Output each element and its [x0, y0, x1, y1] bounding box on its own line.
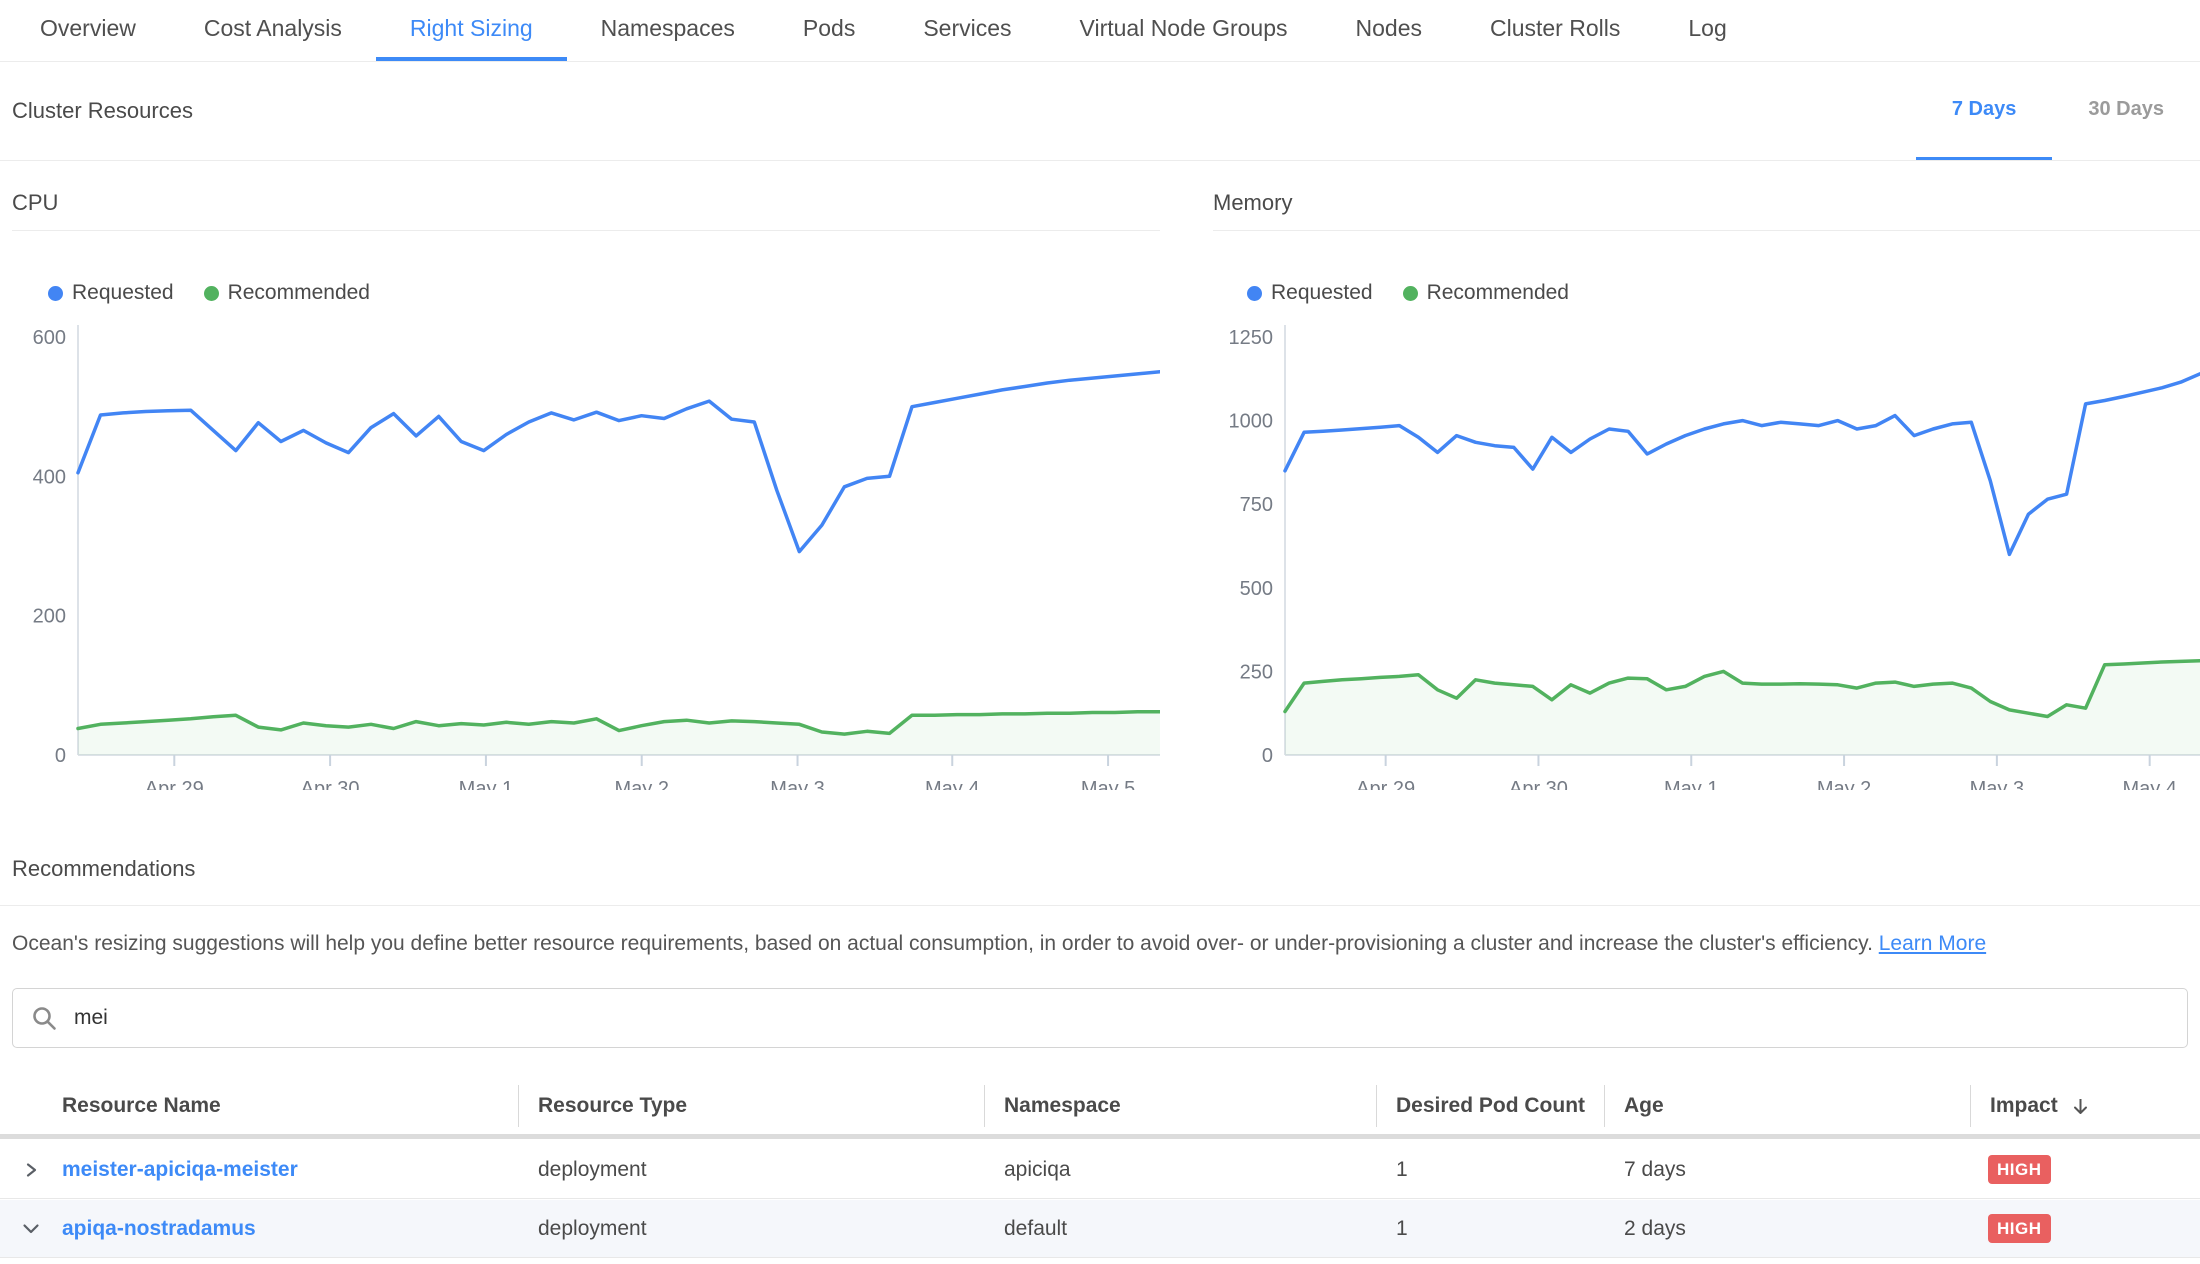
svg-text:0: 0: [55, 745, 66, 767]
svg-text:Apr 29: Apr 29: [145, 778, 204, 790]
svg-text:May 2: May 2: [1817, 778, 1871, 790]
desired-pod-count-cell: 1: [1376, 1217, 1604, 1241]
svg-text:May 1: May 1: [459, 778, 513, 790]
namespace-cell: default: [984, 1217, 1376, 1241]
column-header-namespace[interactable]: Namespace: [984, 1094, 1376, 1118]
cluster-resources-title: Cluster Resources: [12, 98, 193, 124]
resource-type-cell: deployment: [518, 1158, 984, 1182]
memory-chart: 0 250 500 750 1000 1250 Apr 29 Apr 30 May 1 May 2…: [1213, 320, 2200, 790]
svg-text:May 1: May 1: [1664, 778, 1718, 790]
svg-text:200: 200: [33, 606, 66, 628]
svg-text:May 4: May 4: [925, 778, 979, 790]
column-header-resource-name[interactable]: Resource Name: [62, 1094, 518, 1118]
legend-recommended-label: Recommended: [1427, 281, 1569, 305]
tab-pods[interactable]: Pods: [769, 0, 889, 61]
tab-cluster-rolls[interactable]: Cluster Rolls: [1456, 0, 1654, 61]
cpu-chart-header: CPU: [12, 190, 1160, 231]
recommendations-description-text: Ocean's resizing suggestions will help y…: [12, 932, 1873, 955]
right-sizing-page: Overview Cost Analysis Right Sizing Name…: [0, 0, 2200, 1264]
expand-row-button[interactable]: [0, 1162, 62, 1178]
cpu-chart: 0 200 400 600 Apr 29 Apr 30 May 1 May 2 May 3 May…: [14, 320, 1160, 790]
svg-text:Apr 30: Apr 30: [1509, 778, 1568, 790]
requested-dot-icon: [48, 286, 63, 301]
column-header-desired-pod-count[interactable]: Desired Pod Count: [1376, 1094, 1604, 1118]
resource-type-cell: deployment: [518, 1217, 984, 1241]
recommendations-description: Ocean's resizing suggestions will help y…: [12, 932, 1986, 956]
recommended-dot-icon: [1403, 286, 1418, 301]
tab-services[interactable]: Services: [889, 0, 1045, 61]
legend-item-requested: Requested: [1247, 281, 1373, 305]
cpu-chart-legend: Requested Recommended: [48, 281, 370, 305]
svg-text:0: 0: [1262, 745, 1273, 767]
svg-text:May 2: May 2: [614, 778, 668, 790]
cpu-chart-title: CPU: [12, 190, 1160, 216]
age-cell: 7 days: [1604, 1158, 1970, 1182]
search-icon: [31, 1005, 58, 1032]
column-header-impact[interactable]: Impact: [1970, 1094, 2200, 1118]
tab-namespaces[interactable]: Namespaces: [567, 0, 769, 61]
learn-more-link[interactable]: Learn More: [1879, 932, 1986, 955]
svg-text:May 3: May 3: [1970, 778, 2024, 790]
impact-cell: HIGH: [1970, 1214, 2200, 1243]
svg-text:Apr 29: Apr 29: [1356, 778, 1415, 790]
svg-text:1250: 1250: [1229, 327, 1274, 349]
legend-requested-label: Requested: [1271, 281, 1373, 305]
time-range-switch: 7 Days 30 Days: [1916, 62, 2200, 160]
chevron-down-icon: [22, 1221, 40, 1237]
tab-cost-analysis[interactable]: Cost Analysis: [170, 0, 376, 61]
chevron-right-icon: [23, 1162, 39, 1178]
age-cell: 2 days: [1604, 1217, 1970, 1241]
recommendations-title: Recommendations: [12, 856, 195, 882]
svg-text:500: 500: [1240, 578, 1273, 600]
legend-requested-label: Requested: [72, 281, 174, 305]
tab-log[interactable]: Log: [1654, 0, 1760, 61]
tab-overview[interactable]: Overview: [6, 0, 170, 61]
svg-text:250: 250: [1240, 661, 1273, 683]
impact-high-badge: HIGH: [1988, 1214, 2051, 1243]
legend-item-recommended: Recommended: [1403, 281, 1569, 305]
search-input[interactable]: [74, 1006, 2169, 1030]
resource-search-box[interactable]: [12, 988, 2188, 1048]
memory-chart-title: Memory: [1213, 190, 2200, 216]
range-tab-30-days[interactable]: 30 Days: [2052, 62, 2200, 160]
table-header-row: Resource Name Resource Type Namespace De…: [0, 1078, 2200, 1134]
tab-right-sizing[interactable]: Right Sizing: [376, 0, 567, 61]
table-row[interactable]: apiqa-nostradamus deployment default 1 2…: [0, 1200, 2200, 1258]
sort-desc-arrow-icon[interactable]: [2072, 1097, 2089, 1116]
namespace-cell: apiciqa: [984, 1158, 1376, 1182]
column-header-age[interactable]: Age: [1604, 1094, 1970, 1118]
table-header-divider-band: [0, 1134, 2200, 1139]
svg-text:May 5: May 5: [1081, 778, 1135, 790]
tab-nodes[interactable]: Nodes: [1322, 0, 1456, 61]
tab-virtual-node-groups[interactable]: Virtual Node Groups: [1046, 0, 1322, 61]
desired-pod-count-cell: 1: [1376, 1158, 1604, 1182]
svg-text:May 3: May 3: [770, 778, 824, 790]
range-tab-7-days[interactable]: 7 Days: [1916, 62, 2053, 160]
svg-text:1000: 1000: [1229, 411, 1274, 433]
svg-text:400: 400: [33, 466, 66, 488]
svg-text:600: 600: [33, 327, 66, 349]
recommended-dot-icon: [204, 286, 219, 301]
impact-high-badge: HIGH: [1988, 1155, 2051, 1184]
column-header-resource-type[interactable]: Resource Type: [518, 1094, 984, 1118]
legend-recommended-label: Recommended: [228, 281, 370, 305]
recommendations-divider: [0, 905, 2200, 906]
collapse-row-button[interactable]: [0, 1221, 62, 1237]
svg-text:Apr 30: Apr 30: [301, 778, 360, 790]
memory-chart-legend: Requested Recommended: [1247, 281, 1569, 305]
svg-text:750: 750: [1240, 494, 1273, 516]
svg-text:May 4: May 4: [2122, 778, 2176, 790]
legend-item-recommended: Recommended: [204, 281, 370, 305]
resource-name-link[interactable]: meister-apiciqa-meister: [62, 1158, 298, 1181]
requested-dot-icon: [1247, 286, 1262, 301]
resource-name-link[interactable]: apiqa-nostradamus: [62, 1217, 256, 1240]
impact-cell: HIGH: [1970, 1155, 2200, 1184]
table-row[interactable]: meister-apiciqa-meister deployment apici…: [0, 1141, 2200, 1199]
legend-item-requested: Requested: [48, 281, 174, 305]
impact-header-label: Impact: [1990, 1094, 2058, 1118]
memory-chart-header: Memory: [1213, 190, 2200, 231]
top-tab-bar: Overview Cost Analysis Right Sizing Name…: [0, 0, 2200, 62]
cluster-resources-header: Cluster Resources 7 Days 30 Days: [0, 62, 2200, 161]
